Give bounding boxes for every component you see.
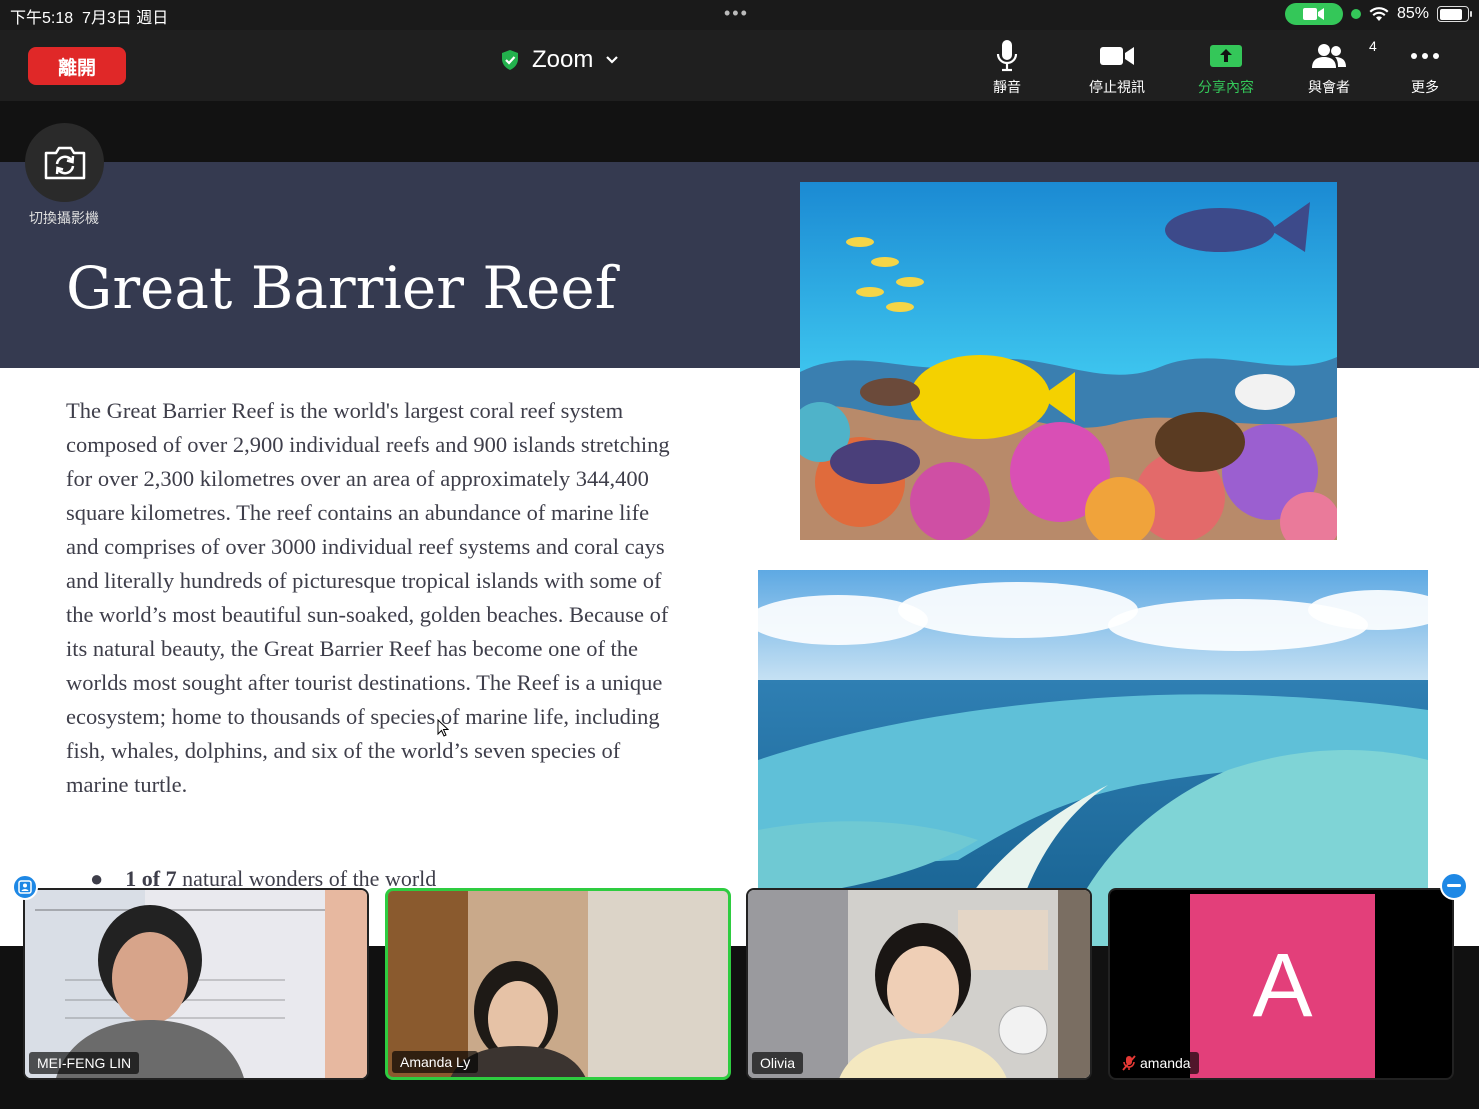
coral-reef-photo bbox=[800, 182, 1337, 540]
slide-title: Great Barrier Reef bbox=[66, 254, 617, 322]
switch-camera-label: 切換攝影機 bbox=[29, 210, 99, 226]
minus-icon bbox=[1447, 884, 1461, 887]
status-date: 7月3日 週日 bbox=[82, 10, 169, 27]
participants-button[interactable]: 4 與會者 bbox=[1284, 38, 1377, 97]
shield-check-icon bbox=[502, 50, 518, 70]
participant-name-label: MEI-FENG LIN bbox=[29, 1052, 140, 1074]
chevron-down-icon bbox=[606, 56, 619, 64]
status-bar: 下午5:18 7月3日 週日 ••• 85% bbox=[0, 0, 1479, 30]
shared-slide: Great Barrier Reef The Great Barrier Ree… bbox=[0, 162, 1479, 946]
avatar: A bbox=[1190, 894, 1375, 1078]
participants-icon: 4 bbox=[1311, 38, 1377, 74]
participant-name-label: amanda bbox=[1114, 1052, 1199, 1074]
collapse-gallery-button[interactable] bbox=[1440, 872, 1468, 900]
more-dots-icon bbox=[1410, 38, 1440, 74]
switch-camera-button[interactable] bbox=[25, 123, 104, 202]
participant-tile-amanda-ly[interactable]: Amanda Ly bbox=[385, 888, 731, 1080]
participants-label: 與會者 bbox=[1308, 79, 1350, 95]
meeting-title: Zoom bbox=[532, 46, 594, 73]
more-label: 更多 bbox=[1411, 79, 1439, 95]
share-arrow-icon bbox=[1209, 38, 1243, 74]
meeting-toolbar: 離開 Zoom 靜音 停止視訊 分享內容 4 與會者 更多 bbox=[0, 30, 1479, 101]
more-button[interactable]: 更多 bbox=[1380, 38, 1470, 97]
battery-percentage: 85% bbox=[1396, 5, 1429, 22]
gallery-view-toggle[interactable] bbox=[12, 874, 38, 900]
leave-button[interactable]: 離開 bbox=[28, 47, 126, 85]
participant-name-label: Olivia bbox=[752, 1052, 804, 1074]
meeting-info-button[interactable]: Zoom bbox=[500, 46, 619, 74]
stop-video-label: 停止視訊 bbox=[1089, 79, 1145, 95]
participant-name-label: Amanda Ly bbox=[392, 1051, 479, 1073]
microphone-icon bbox=[996, 38, 1018, 74]
battery-icon bbox=[1437, 6, 1472, 22]
mouse-cursor-icon bbox=[437, 719, 449, 737]
slide-body-text: The Great Barrier Reef is the world's la… bbox=[66, 398, 670, 797]
share-content-label: 分享內容 bbox=[1198, 79, 1254, 95]
muted-microphone-icon bbox=[1122, 1055, 1136, 1071]
status-time: 下午5:18 7月3日 週日 bbox=[10, 10, 169, 27]
participant-tile-olivia[interactable]: Olivia bbox=[746, 888, 1092, 1080]
multitasking-dots-icon[interactable]: ••• bbox=[724, 3, 749, 24]
switch-camera-icon bbox=[44, 146, 85, 179]
participant-count: 4 bbox=[1369, 38, 1377, 54]
person-icon bbox=[18, 880, 32, 894]
wifi-icon bbox=[1369, 7, 1389, 21]
stop-video-button[interactable]: 停止視訊 bbox=[1072, 38, 1162, 97]
camera-in-use-icon bbox=[1284, 3, 1343, 25]
mute-button[interactable]: 靜音 bbox=[962, 38, 1052, 97]
mute-label: 靜音 bbox=[993, 79, 1021, 95]
camera-indicator-dot bbox=[1350, 9, 1361, 19]
participant-tile-amanda[interactable]: A amanda bbox=[1108, 888, 1454, 1080]
share-content-button[interactable]: 分享內容 bbox=[1181, 38, 1271, 97]
participant-tile-mei-feng-lin[interactable]: MEI-FENG LIN bbox=[23, 888, 369, 1080]
video-camera-icon bbox=[1099, 38, 1135, 74]
